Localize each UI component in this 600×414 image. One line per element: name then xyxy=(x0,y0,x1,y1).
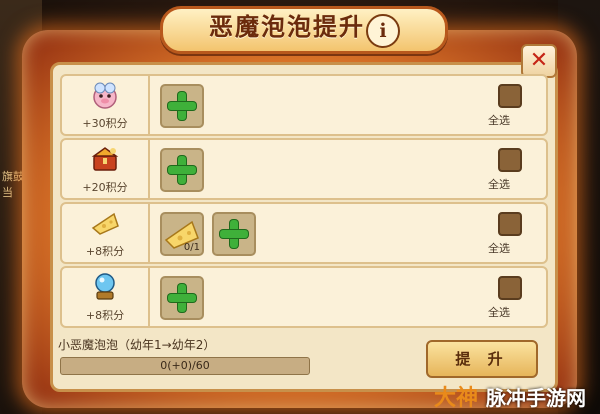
crystal-ball-icon xyxy=(95,273,115,300)
close-button[interactable]: ✕ xyxy=(521,44,557,78)
upgrade-button[interactable]: 提 升 xyxy=(426,340,538,378)
points-label: +8积分 xyxy=(85,245,125,258)
item-row: +30积分 全选 xyxy=(60,74,548,136)
info-icon[interactable]: i xyxy=(366,14,400,48)
item-count: 0/1 xyxy=(183,242,200,253)
item-row: +20积分 全选 xyxy=(60,138,548,200)
add-item-slot[interactable] xyxy=(160,148,204,192)
add-item-slot[interactable] xyxy=(212,212,256,256)
experience-bar: 0(+0)/60 xyxy=(60,357,310,375)
select-all-checkbox[interactable] xyxy=(498,148,522,172)
watermark-logo: 大神 xyxy=(434,386,479,411)
item-row: +8积分 全选 xyxy=(60,266,548,328)
pet-name-label: 小恶魔泡泡（幼年1→幼年2） xyxy=(58,338,216,352)
treasure-chest-icon xyxy=(91,147,119,171)
select-all-checkbox[interactable] xyxy=(498,84,522,108)
cheese-icon xyxy=(91,212,119,235)
plus-icon xyxy=(168,284,196,312)
item-cell: +8积分 xyxy=(62,204,150,262)
item-cell: +20积分 xyxy=(62,140,150,198)
plus-icon xyxy=(168,92,196,120)
watermark: 大神 脉冲手游网 xyxy=(434,378,598,412)
experience-text: 0(+0)/60 xyxy=(160,359,210,372)
item-cell: +30积分 xyxy=(62,76,150,134)
pink-pig-icon xyxy=(93,82,117,109)
add-item-slot[interactable] xyxy=(160,84,204,128)
plus-icon xyxy=(220,220,248,248)
points-label: +8积分 xyxy=(85,309,125,322)
select-all-label: 全选 xyxy=(488,114,510,127)
select-all-label: 全选 xyxy=(488,242,510,255)
add-item-slot[interactable] xyxy=(160,276,204,320)
dialog-title: 恶魔泡泡提升 xyxy=(209,13,365,41)
select-all-label: 全选 xyxy=(488,306,510,319)
select-all-checkbox[interactable] xyxy=(498,212,522,236)
plus-icon xyxy=(168,156,196,184)
select-all-checkbox[interactable] xyxy=(498,276,522,300)
points-label: +20积分 xyxy=(82,181,128,194)
points-label: +30积分 xyxy=(82,117,128,130)
select-all-label: 全选 xyxy=(488,178,510,191)
item-row: +8积分 0/1 全选 xyxy=(60,202,548,264)
item-cell: +8积分 xyxy=(62,268,150,326)
item-slot[interactable]: 0/1 xyxy=(160,212,204,256)
watermark-text: 脉冲手游网 xyxy=(486,386,586,410)
